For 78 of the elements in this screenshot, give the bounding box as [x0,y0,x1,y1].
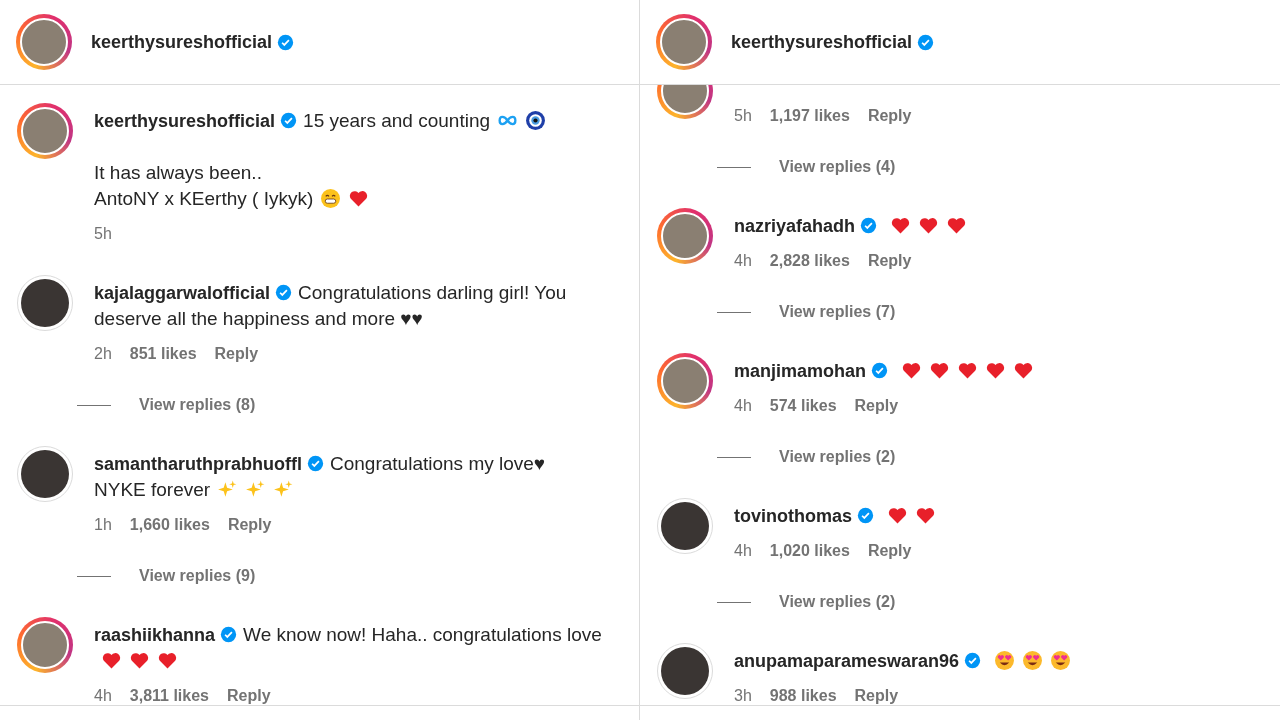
story-ring[interactable] [657,498,713,554]
view-replies-link[interactable]: View replies (7) [779,303,896,321]
heart-icon [946,215,968,236]
reply-link[interactable]: Reply [227,687,271,705]
avatar-photo [661,502,709,550]
heart-icon [1013,360,1035,381]
avatar-photo [661,357,709,405]
likes-count[interactable]: 1,020 likes [769,542,850,560]
heart-icon [157,650,178,671]
view-replies-link[interactable]: View replies (2) [779,593,896,611]
heart-icon [129,650,150,671]
comment-text: keerthysureshofficial 15 years and counting It has always been.. AntoNY x KEerthy ( Iykyk) [94,108,629,212]
grinning-face-icon [320,188,342,209]
comment-time: 5h [94,225,112,243]
heart-icon [901,360,923,381]
username[interactable]: manjimamohan [734,361,867,381]
comment-text: samantharuthprabhuoffl Congratulations my love♥ NYKE forever [94,452,547,502]
comment-text: kajalaggarwalofficial Congratulations darling girl! You deserve all the happiness and more ♥♥ [94,281,568,331]
comment-time: 4h [734,397,752,415]
comment-time: 5h [734,107,752,125]
heart-icon [929,360,951,381]
heart-icon [915,505,936,526]
reply-link[interactable]: Reply [867,107,912,125]
view-replies-link[interactable]: View replies (2) [779,448,896,466]
avatar-photo [21,279,69,327]
avatar-photo [661,212,709,260]
comment-time: 4h [734,542,752,560]
eye-charm-icon [525,110,547,131]
avatar-photo [21,450,69,498]
heart-eyes-face-icon [1022,650,1044,671]
heart-icon [887,505,908,526]
comment-time: 3h [734,687,752,705]
reply-link[interactable]: Reply [854,687,899,705]
heart-icon [918,215,940,236]
username[interactable]: samantharuthprabhuoffl [94,454,302,474]
heart-eyes-face-icon [994,650,1016,671]
username[interactable]: nazriyafahadh [734,216,856,236]
comment-text: raashiikhanna We know now! Haha.. congratulations love [94,622,629,674]
reply-link[interactable]: Reply [867,252,912,270]
username[interactable]: kajalaggarwalofficial [94,283,271,303]
reply-link[interactable]: Reply [227,516,272,534]
comment-time: 4h [734,252,752,270]
avatar-photo [660,18,708,66]
comment-time: 2h [94,345,112,363]
username[interactable]: keerthysureshofficial [91,31,273,53]
likes-count[interactable]: 2,828 likes [769,252,850,270]
likes-count[interactable]: 988 likes [769,687,837,705]
heart-icon [957,360,979,381]
comment-time: 1h [94,516,112,534]
reply-link[interactable]: Reply [214,345,259,363]
heart-icon [101,650,122,671]
likes-count[interactable]: 851 likes [129,345,197,363]
likes-count[interactable]: 574 likes [769,397,837,415]
reply-link[interactable]: Reply [867,542,912,560]
heart-icon [348,188,370,209]
likes-count[interactable]: 1,660 likes [129,516,210,534]
story-ring[interactable] [17,446,73,502]
username[interactable]: raashiikhanna [94,625,216,645]
avatar-photo [661,647,709,695]
view-replies-link[interactable]: View replies (4) [779,158,896,176]
story-ring[interactable] [17,275,73,331]
view-replies-link[interactable]: View replies (8) [139,396,256,414]
username[interactable]: keerthysureshofficial [94,111,276,131]
username[interactable]: anupamaparameswaran96 [734,651,960,671]
avatar-photo [21,621,69,669]
heart-eyes-face-icon [1050,650,1072,671]
username[interactable]: tovinothomas [734,506,852,526]
avatar-photo [21,107,69,155]
heart-icon [985,360,1007,381]
comment-time: 4h [94,687,112,705]
heart-icon [890,215,912,236]
view-replies-link[interactable]: View replies (9) [139,567,256,585]
story-ring[interactable] [657,643,713,699]
likes-count[interactable]: 1,197 likes [769,107,850,125]
likes-count[interactable]: 3,811 likes [129,687,209,705]
reply-link[interactable]: Reply [854,397,899,415]
username[interactable]: keerthysureshofficial [731,31,913,53]
avatar-photo [20,18,68,66]
